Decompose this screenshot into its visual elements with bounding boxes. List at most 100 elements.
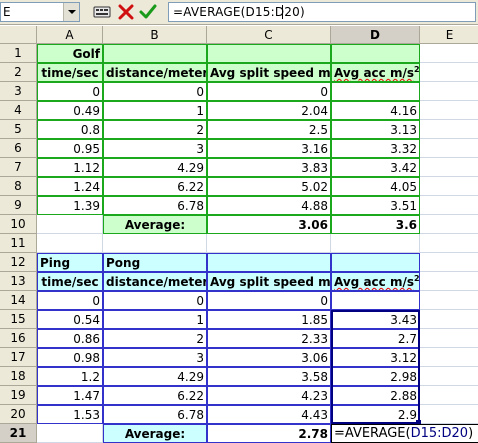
pingpong-cell-c[interactable]: 1.85 (207, 310, 331, 329)
pingpong-cell-b[interactable]: 6.22 (103, 386, 207, 405)
golf-cell-b[interactable]: 1 (103, 101, 207, 120)
row-header-14[interactable]: 14 (0, 291, 37, 310)
row-header-16[interactable]: 16 (0, 329, 37, 348)
pingpong-cell-a[interactable]: 1.2 (37, 367, 103, 386)
golf-header-a[interactable]: time/sec (37, 63, 103, 82)
golf-average-c[interactable]: 3.06 (207, 215, 331, 234)
row-header-7[interactable]: 7 (0, 158, 37, 177)
pingpong-cell-a[interactable]: 0.54 (37, 310, 103, 329)
golf-cell-c[interactable]: 5.02 (207, 177, 331, 196)
golf-average-label[interactable]: Average: (103, 215, 207, 234)
column-header-a[interactable]: A (37, 26, 103, 44)
golf-cell-d[interactable] (331, 82, 420, 101)
pingpong-header-b[interactable]: distance/meters (103, 272, 207, 291)
pingpong-cell-b[interactable]: 3 (103, 348, 207, 367)
golf-cell-d[interactable]: 4.16 (331, 101, 420, 120)
golf-cell-b[interactable]: 4.29 (103, 158, 207, 177)
pingpong-cell-a[interactable]: 0.98 (37, 348, 103, 367)
golf-cell-d[interactable]: 3.42 (331, 158, 420, 177)
namebox-dropdown-icon[interactable] (63, 3, 79, 21)
golf-cell-c[interactable]: 3.16 (207, 139, 331, 158)
pingpong-cell-c[interactable]: 0 (207, 291, 331, 310)
column-header-b[interactable]: B (103, 26, 207, 44)
pingpong-cell-a[interactable]: 1.47 (37, 386, 103, 405)
grid-cell[interactable] (420, 348, 478, 367)
pingpong-cell-c[interactable]: 3.06 (207, 348, 331, 367)
golf-cell-c[interactable]: 2.5 (207, 120, 331, 139)
row-header-1[interactable]: 1 (0, 44, 37, 63)
pingpong-cell-b[interactable]: 0 (103, 291, 207, 310)
pingpong-average-c[interactable]: 2.78 (207, 424, 331, 443)
formula-input[interactable]: =AVERAGE(D15:D20) (168, 2, 476, 22)
pingpong-header-a[interactable]: time/sec (37, 272, 103, 291)
grid-cell[interactable] (420, 139, 478, 158)
row-header-6[interactable]: 6 (0, 139, 37, 158)
grid-cell[interactable] (420, 82, 478, 101)
pingpong-cell-a[interactable]: 0.86 (37, 329, 103, 348)
row-header-15[interactable]: 15 (0, 310, 37, 329)
pingpong-cell-a[interactable]: 1.53 (37, 405, 103, 424)
column-header-d[interactable]: D (331, 26, 420, 44)
grid-cell[interactable] (420, 272, 478, 291)
golf-cell-a[interactable]: 0.8 (37, 120, 103, 139)
grid-cell[interactable] (420, 234, 478, 253)
golf-cell-a[interactable]: 0 (37, 82, 103, 101)
pingpong-cell-c[interactable]: 4.23 (207, 386, 331, 405)
golf-cell-b[interactable]: 6.78 (103, 196, 207, 215)
grid-cell[interactable] (420, 253, 478, 272)
row-header-2[interactable]: 2 (0, 63, 37, 82)
grid-cell[interactable] (420, 386, 478, 405)
golf-cell-b[interactable]: 2 (103, 120, 207, 139)
golf-cell-a[interactable]: 1.39 (37, 196, 103, 215)
pingpong-cell-c[interactable]: 3.58 (207, 367, 331, 386)
golf-cell-b[interactable]: 0 (103, 82, 207, 101)
golf-title[interactable]: Golf (37, 44, 103, 63)
row-header-18[interactable]: 18 (0, 367, 37, 386)
golf-average-d[interactable]: 3.6 (331, 215, 420, 234)
pingpong-cell-b[interactable]: 6.78 (103, 405, 207, 424)
pingpong-cell-b[interactable]: 1 (103, 310, 207, 329)
grid-cell[interactable] (420, 367, 478, 386)
accept-icon[interactable] (138, 3, 158, 21)
golf-cell-a[interactable]: 1.24 (37, 177, 103, 196)
grid-cell[interactable] (420, 215, 478, 234)
pingpong-cell-c[interactable]: 4.43 (207, 405, 331, 424)
pingpong-cell-a[interactable]: 0 (37, 291, 103, 310)
column-header-e[interactable]: E (420, 26, 478, 44)
grid-cell[interactable] (420, 405, 478, 424)
golf-cell-b[interactable]: 3 (103, 139, 207, 158)
row-header-9[interactable]: 9 (0, 196, 37, 215)
pingpong-title-b[interactable]: Pong (103, 253, 207, 272)
row-header-3[interactable]: 3 (0, 82, 37, 101)
golf-cell-c[interactable]: 4.88 (207, 196, 331, 215)
pingpong-cell-d[interactable] (331, 291, 420, 310)
select-all-corner[interactable] (0, 26, 37, 44)
golf-cell-a[interactable]: 1.12 (37, 158, 103, 177)
golf-cell-c[interactable]: 2.04 (207, 101, 331, 120)
row-header-17[interactable]: 17 (0, 348, 37, 367)
cancel-icon[interactable] (116, 3, 136, 21)
golf-cell-a[interactable]: 0.95 (37, 139, 103, 158)
golf-cell-c[interactable]: 0 (207, 82, 331, 101)
golf-cell-d[interactable]: 3.32 (331, 139, 420, 158)
golf-title-b[interactable] (103, 44, 207, 63)
cell-edit-d21[interactable]: =AVERAGE(D15:D20) (331, 424, 478, 443)
row-header-20[interactable]: 20 (0, 405, 37, 424)
row-header-12[interactable]: 12 (0, 253, 37, 272)
grid-cell[interactable] (37, 215, 103, 234)
golf-cell-b[interactable]: 6.22 (103, 177, 207, 196)
column-header-c[interactable]: C (207, 26, 331, 44)
pingpong-cell-b[interactable]: 4.29 (103, 367, 207, 386)
grid-cell[interactable] (420, 120, 478, 139)
golf-cell-d[interactable]: 3.13 (331, 120, 420, 139)
golf-header-b[interactable]: distance/meters (103, 63, 207, 82)
pingpong-header-c[interactable]: Avg split speed m/s (207, 272, 331, 291)
golf-header-c[interactable]: Avg split speed m/s (207, 63, 331, 82)
golf-title-d[interactable] (331, 44, 420, 63)
row-header-4[interactable]: 4 (0, 101, 37, 120)
golf-header-d[interactable]: Avg acc m/s2 (331, 63, 420, 82)
grid-cell[interactable] (420, 196, 478, 215)
grid-cell[interactable] (420, 158, 478, 177)
row-header-19[interactable]: 19 (0, 386, 37, 405)
name-box[interactable]: E (0, 2, 80, 22)
